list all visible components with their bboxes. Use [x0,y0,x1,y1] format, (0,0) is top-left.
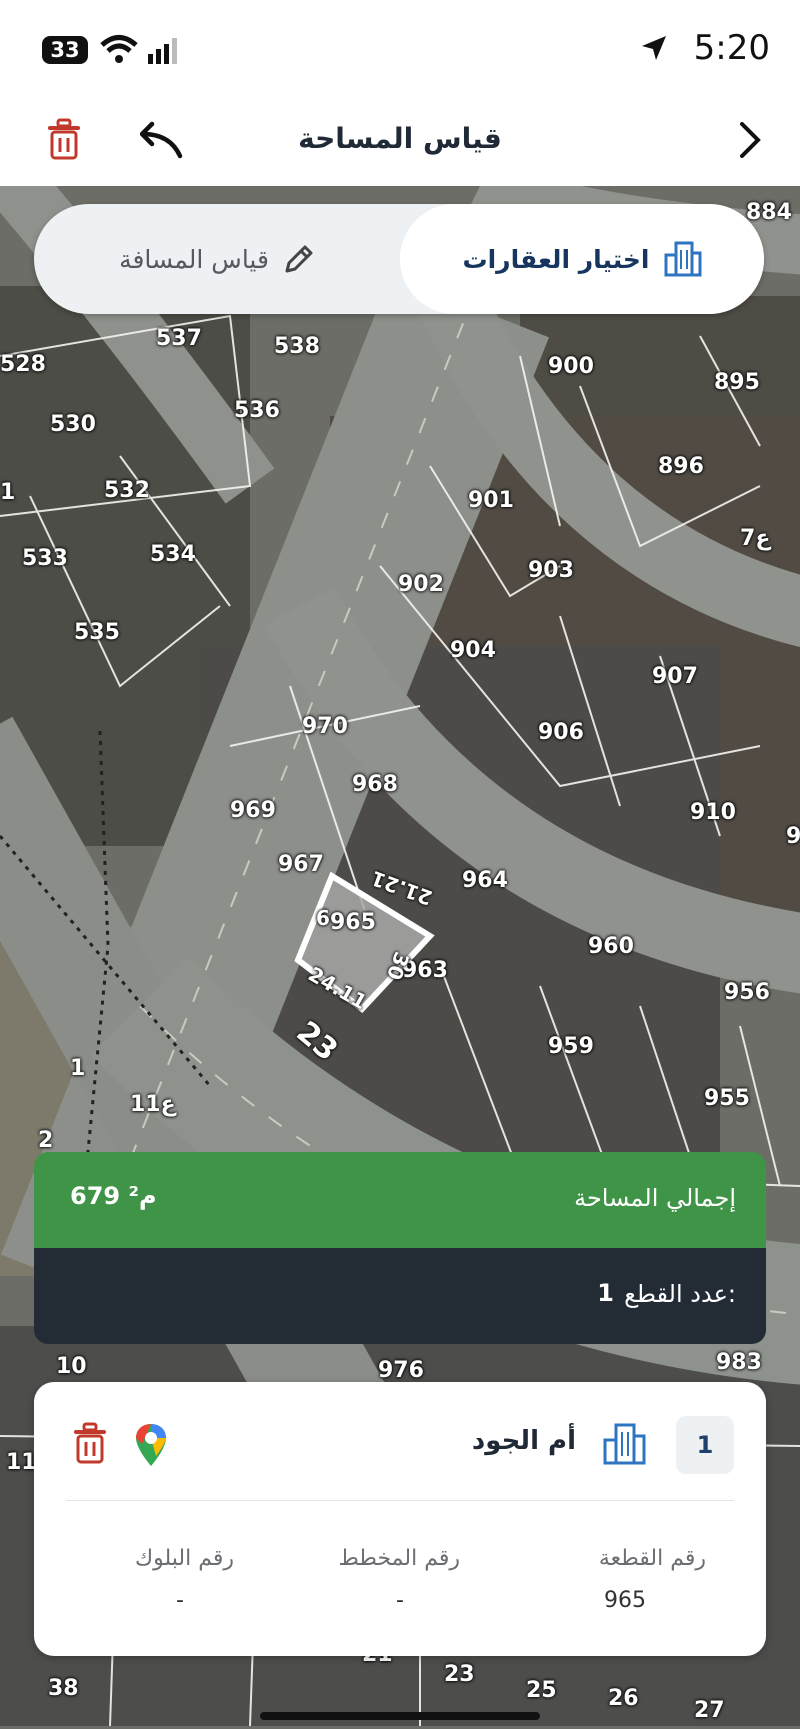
parcel-label: 901 [468,488,514,513]
parcel-label: 956 [724,980,770,1005]
dimension-label: 6 [316,906,330,930]
building-icon [664,241,701,277]
block-number-value: - [176,1588,184,1613]
parcel-label: 907 [652,664,698,689]
parcel-label: 25 [526,1678,557,1703]
parcel-label: 970 [302,714,348,739]
parcel-label: 960 [588,934,634,959]
parcel-label: 534 [150,542,196,567]
mode-toggle: اختيار العقارات قياس المسافة [34,204,764,314]
parcel-count-row: عدد القطع: 1 [34,1248,766,1344]
parcel-label: 959 [548,1034,594,1059]
parcel-label: 1 [70,1056,86,1081]
parcel-label: 884 [746,200,792,225]
area-summary-panel: إجمالي المساحة 679 م² عدد القطع: 1 [34,1152,766,1344]
tab-measure-distance[interactable]: قياس المسافة [34,204,400,314]
parcel-label: 27 [694,1698,725,1723]
parcel-label: 904 [450,638,496,663]
parcel-label: 900 [548,354,594,379]
tab-select-properties[interactable]: اختيار العقارات [400,204,764,314]
parcel-label: 537 [156,326,202,351]
parcel-label: 955 [704,1086,750,1111]
parcel-label: 9 [786,824,800,849]
tab-measure-label: قياس المسافة [119,244,269,274]
parcel-label: 11ع [130,1092,176,1117]
parcel-label: 23 [444,1662,475,1687]
parcel-label: 530 [50,412,96,437]
parcel-label: 532 [104,478,150,503]
parcel-label: 1 [0,480,16,505]
status-bar: 33 5:20 [0,0,800,92]
parcel-label: 11 [6,1450,37,1475]
selected-parcel-label: 965 [330,910,376,935]
block-number-label: رقم البلوك [134,1546,234,1571]
parcel-label: 538 [274,334,320,359]
wifi-icon [100,35,138,63]
parcel-label: 964 [462,868,508,893]
parcel-label: 896 [658,454,704,479]
parcel-label: 2 [38,1128,54,1153]
parcel-number-label: رقم القطعة [598,1546,706,1571]
parcel-number-value: 965 [604,1588,646,1613]
building-icon [603,1423,646,1465]
parcel-label: 535 [74,620,120,645]
parcel-label: 906 [538,720,584,745]
battery-indicator: 33 [42,36,88,64]
app-header: قياس المساحة [0,92,800,186]
chevron-right-icon[interactable] [738,122,762,158]
parcel-label: 983 [716,1350,762,1375]
parcel-label: 969 [230,798,276,823]
pencil-icon [285,245,313,273]
parcel-label: 10 [56,1354,87,1379]
parcel-details-card: 1 أم الجود رقم القطعة 965 رقم المخطط - ر… [34,1382,766,1656]
parcel-label: 38 [48,1676,79,1701]
parcel-count-label: عدد القطع: [624,1280,736,1308]
parcel-label: 536 [234,398,280,423]
parcel-label: 910 [690,800,736,825]
parcel-label: 7ع [740,526,771,551]
district-name: أم الجود [471,1426,576,1456]
tab-select-label: اختيار العقارات [462,244,650,274]
total-area-row: إجمالي المساحة 679 م² [34,1152,766,1248]
total-area-label: إجمالي المساحة [574,1184,736,1212]
plan-number-label: رقم المخطط [338,1546,460,1571]
parcel-label: 976 [378,1358,424,1383]
parcel-index-badge: 1 [676,1416,734,1474]
google-maps-icon[interactable] [134,1422,168,1468]
parcel-label: 903 [528,558,574,583]
total-area-value: 679 م² [70,1182,157,1210]
clock: 5:20 [693,28,770,68]
divider [66,1500,734,1501]
parcel-label: 26 [608,1686,639,1711]
location-arrow-icon [642,36,666,60]
parcel-label: 968 [352,772,398,797]
parcel-label: 533 [22,546,68,571]
trash-icon[interactable] [70,1422,110,1464]
page-title: قياس المساحة [298,122,502,155]
parcel-label: 895 [714,370,760,395]
parcel-label: 528 [0,352,46,377]
home-indicator [260,1712,540,1720]
parcel-count-value: 1 [597,1279,614,1307]
parcel-label: 902 [398,572,444,597]
plan-number-value: - [396,1588,404,1613]
parcel-label: 967 [278,852,324,877]
signal-icon [148,38,177,64]
